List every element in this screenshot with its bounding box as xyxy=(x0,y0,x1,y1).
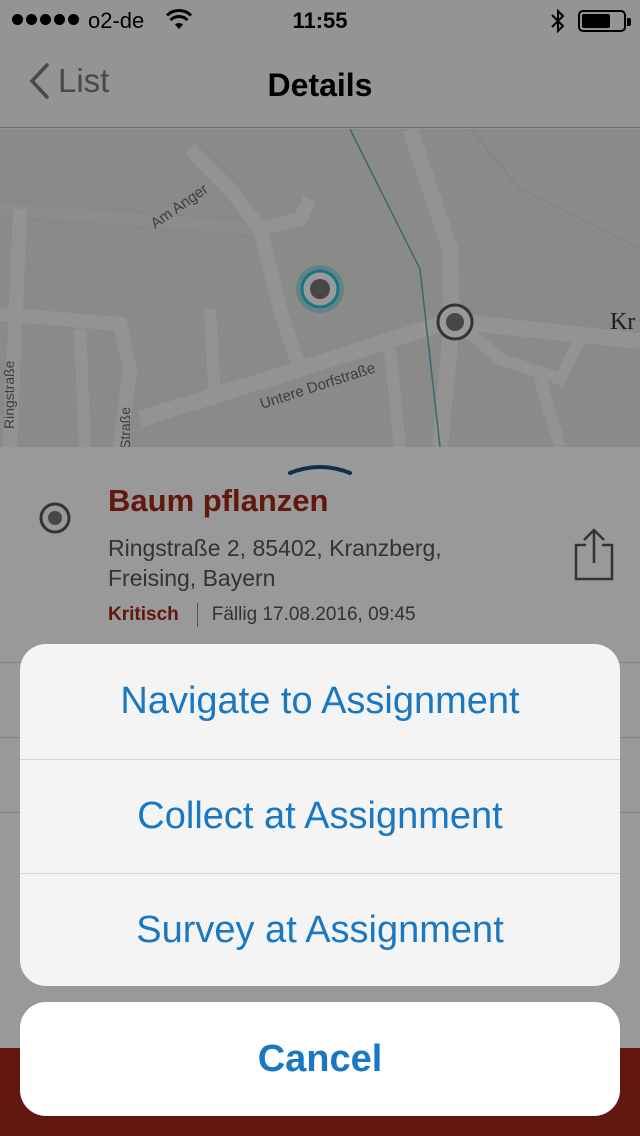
action-sheet: Navigate to Assignment Collect at Assign… xyxy=(20,644,620,986)
survey-at-assignment-button[interactable]: Survey at Assignment xyxy=(20,873,620,986)
cancel-button[interactable]: Cancel xyxy=(20,1002,620,1116)
collect-at-assignment-button[interactable]: Collect at Assignment xyxy=(20,759,620,873)
navigate-to-assignment-button[interactable]: Navigate to Assignment xyxy=(20,644,620,758)
